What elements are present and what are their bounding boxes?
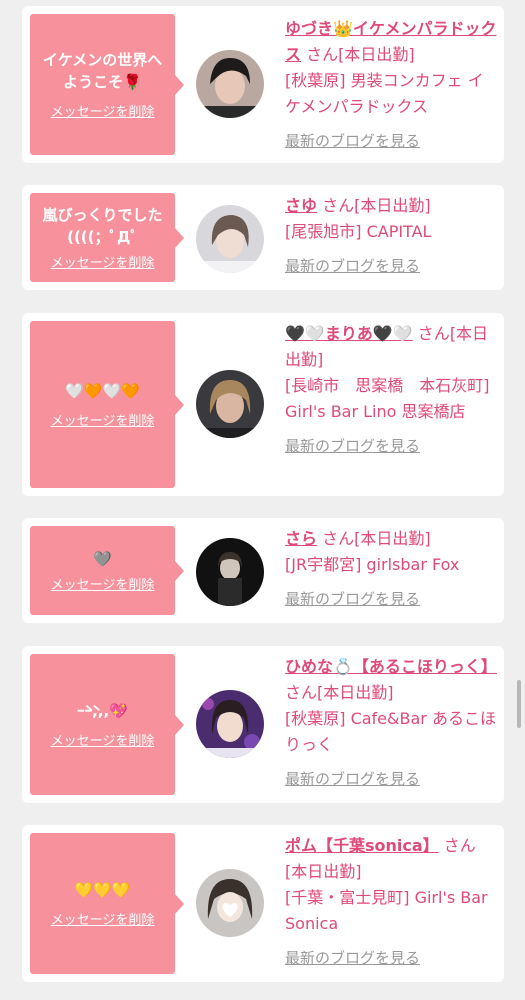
delete-message-link[interactable]: メッセージを削除 xyxy=(51,730,155,749)
cast-name-link[interactable]: 🖤🤍まりあ🖤🤍 xyxy=(285,324,413,343)
message-bubble: 🤍🧡🤍🧡 メッセージを削除 xyxy=(30,321,184,488)
honorific: さん xyxy=(443,836,476,855)
shop-info: [千葉・富士見町] Girl's Bar Sonica xyxy=(285,888,488,933)
cast-info: さら さん[本日出勤] [JR宇都宮] girlsbar Fox 最新のブログを… xyxy=(285,526,497,612)
delete-message-link[interactable]: メッセージを削除 xyxy=(51,252,155,271)
work-status: [本日出勤] xyxy=(285,862,362,881)
cast-name-link[interactable]: ひめな💍【あるこほりっく】 xyxy=(285,657,497,676)
latest-blog-link[interactable]: 最新のブログを見る xyxy=(285,433,420,459)
message-bubble: 🩶 メッセージを削除 xyxy=(30,526,184,615)
cast-info: ゆづき👑イケメンパラドックス さん[本日出勤] [秋葉原] 男装コンカフェ イケ… xyxy=(285,16,497,154)
message-card: 🤍🧡🤍🧡 メッセージを削除 🖤🤍まりあ🖤🤍 さん[本日出勤] [長崎市 思案橋 … xyxy=(22,313,504,496)
work-status: [本日出勤] xyxy=(354,196,431,215)
cast-name-link[interactable]: さゆ xyxy=(285,196,317,215)
latest-blog-link[interactable]: 最新のブログを見る xyxy=(285,586,420,612)
message-bubble: ｰ̀ｰ̀,,,💖 メッセージを削除 xyxy=(30,654,184,795)
work-status: [本日出勤] xyxy=(317,683,394,702)
cast-name-link[interactable]: さら xyxy=(285,529,317,548)
avatar[interactable] xyxy=(196,205,264,273)
latest-blog-link[interactable]: 最新のブログを見る xyxy=(285,253,420,279)
honorific: さん xyxy=(306,45,339,64)
honorific: さん xyxy=(285,683,318,702)
shop-info: [尾張旭市] CAPITAL xyxy=(285,222,432,241)
honorific: さん xyxy=(322,196,355,215)
cast-info: ポム【千葉sonica】 さん [本日出勤] [千葉・富士見町] Girl's B… xyxy=(285,833,497,971)
honorific: さん xyxy=(417,324,450,343)
message-card: 🩶 メッセージを削除 さら さん[本日出勤] [JR宇都宮] girlsbar … xyxy=(22,518,504,623)
avatar[interactable] xyxy=(196,50,264,118)
message-text: 🩶 xyxy=(93,550,112,568)
message-card: ｰ̀ｰ̀,,,💖 メッセージを削除 ひめな💍【あるこほりっく】 さん[本日出勤]… xyxy=(22,646,504,803)
avatar[interactable] xyxy=(196,538,264,606)
message-text: ｰ̀ｰ̀,,,💖 xyxy=(77,702,128,720)
work-status: [本日出勤] xyxy=(354,529,431,548)
delete-message-link[interactable]: メッセージを削除 xyxy=(51,410,155,429)
latest-blog-link[interactable]: 最新のブログを見る xyxy=(285,766,420,792)
honorific: さん xyxy=(322,529,355,548)
delete-message-link[interactable]: メッセージを削除 xyxy=(51,574,155,593)
work-status: [本日出勤] xyxy=(338,45,415,64)
avatar[interactable] xyxy=(196,690,264,758)
message-card: 💛💛💛 メッセージを削除 ポム【千葉sonica】 さん [本日出勤] [千葉・富… xyxy=(22,825,504,982)
cast-name-link[interactable]: ポム【千葉sonica】 xyxy=(285,836,439,855)
message-text: 🤍🧡🤍🧡 xyxy=(65,382,140,400)
message-card: イケメンの世界へ ようこそ🌹 メッセージを削除 ゆづき👑イケメンパラドックス さ… xyxy=(22,6,504,163)
shop-info: [秋葉原] 男装コンカフェ イケメンパラドックス xyxy=(285,71,484,116)
message-bubble: イケメンの世界へ ようこそ🌹 メッセージを削除 xyxy=(30,14,184,155)
message-text: 💛💛💛 xyxy=(74,881,131,899)
avatar[interactable] xyxy=(196,370,264,438)
message-text: イケメンの世界へ ようこそ🌹 xyxy=(42,51,163,91)
cast-info: さゆ さん[本日出勤] [尾張旭市] CAPITAL 最新のブログを見る xyxy=(285,193,497,279)
message-bubble: 嵐びっくりでした ((((；ﾟДﾟ メッセージを削除 xyxy=(30,193,184,282)
delete-message-link[interactable]: メッセージを削除 xyxy=(51,101,155,120)
latest-blog-link[interactable]: 最新のブログを見る xyxy=(285,128,420,154)
avatar[interactable] xyxy=(196,869,264,937)
cast-info: 🖤🤍まりあ🖤🤍 さん[本日出勤] [長崎市 思案橋 本石灰町] Girl's B… xyxy=(285,321,497,459)
scrollbar-thumb[interactable] xyxy=(517,680,521,728)
message-card: 嵐びっくりでした ((((；ﾟДﾟ メッセージを削除 さゆ さん[本日出勤] [… xyxy=(22,185,504,290)
latest-blog-link[interactable]: 最新のブログを見る xyxy=(285,945,420,971)
shop-info: [秋葉原] Cafe&Bar あるこほりっく xyxy=(285,709,496,754)
shop-info: [長崎市 思案橋 本石灰町] Girl's Bar Lino 思案橋店 xyxy=(285,376,490,421)
message-bubble: 💛💛💛 メッセージを削除 xyxy=(30,833,184,974)
delete-message-link[interactable]: メッセージを削除 xyxy=(51,909,155,928)
cast-info: ひめな💍【あるこほりっく】 さん[本日出勤] [秋葉原] Cafe&Bar ある… xyxy=(285,654,497,792)
message-text: 嵐びっくりでした ((((；ﾟДﾟ xyxy=(42,206,163,246)
shop-info: [JR宇都宮] girlsbar Fox xyxy=(285,555,460,574)
